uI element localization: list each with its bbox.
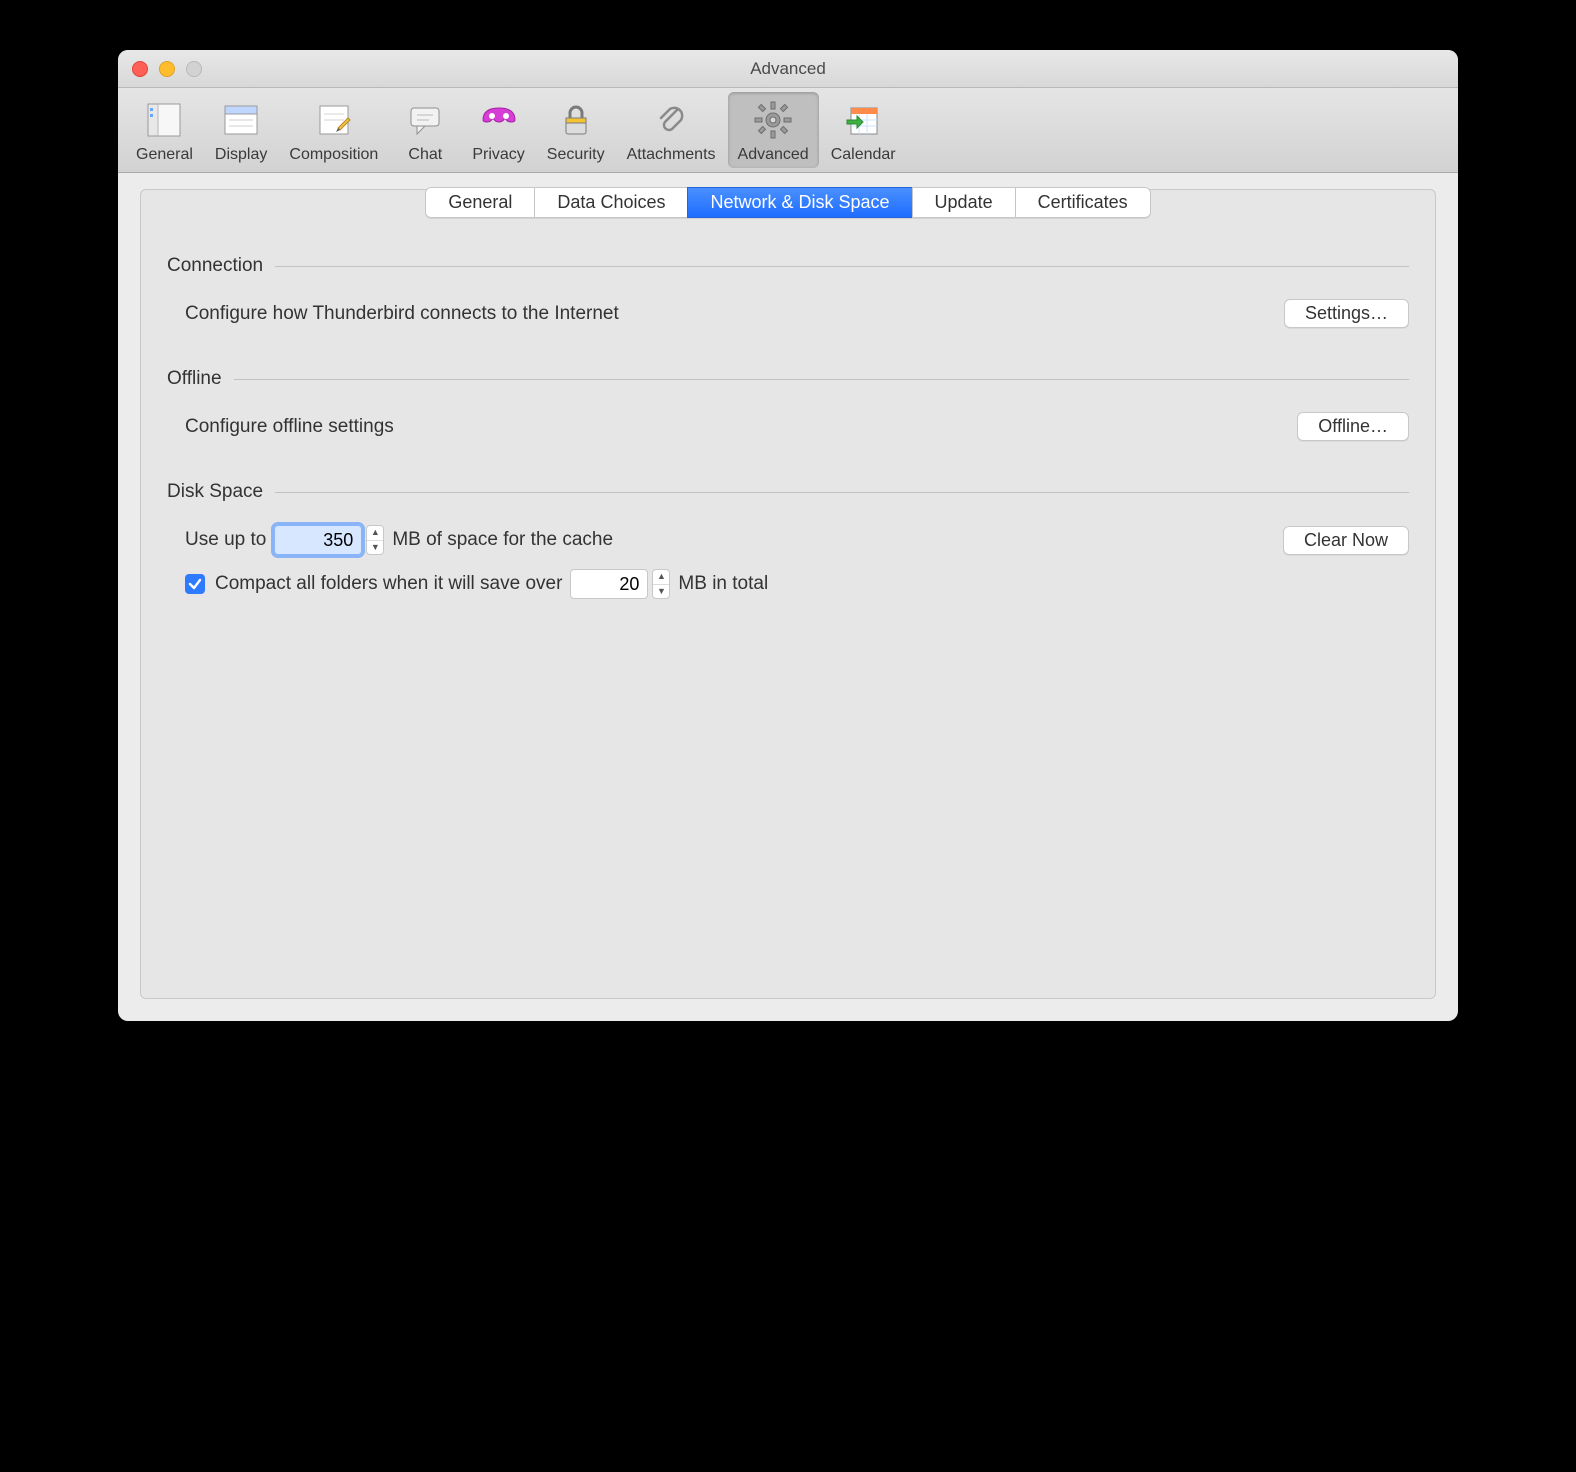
- toolbar-chat[interactable]: Chat: [390, 92, 460, 168]
- divider: [275, 492, 1409, 493]
- toolbar-label: Chat: [408, 146, 442, 164]
- security-icon: [554, 98, 598, 142]
- section-title: Offline: [167, 368, 234, 390]
- compact-suffix-label: MB in total: [678, 573, 768, 595]
- compact-threshold-stepper[interactable]: ▲ ▼: [652, 569, 670, 599]
- cache-size-stepper[interactable]: ▲ ▼: [366, 525, 384, 555]
- divider: [234, 379, 1409, 380]
- toolbar-general[interactable]: General: [126, 92, 203, 168]
- toolbar-advanced[interactable]: Advanced: [728, 92, 819, 168]
- stepper-down-icon[interactable]: ▼: [367, 541, 383, 555]
- toolbar-label: Security: [547, 146, 605, 164]
- preferences-window: Advanced General: [118, 50, 1458, 1021]
- section-title: Disk Space: [167, 481, 275, 503]
- connection-settings-button[interactable]: Settings…: [1284, 299, 1409, 328]
- advanced-icon: [751, 98, 795, 142]
- stepper-down-icon[interactable]: ▼: [653, 585, 669, 599]
- cache-suffix-label: MB of space for the cache: [392, 529, 613, 551]
- sub-tabs: General Data Choices Network & Disk Spac…: [167, 187, 1409, 218]
- composition-icon: [312, 98, 356, 142]
- tab-data-choices[interactable]: Data Choices: [534, 187, 687, 218]
- cache-prefix-label: Use up to: [185, 529, 266, 551]
- section-offline: Offline Configure offline settings Offli…: [167, 368, 1409, 441]
- attachments-icon: [649, 98, 693, 142]
- tab-update[interactable]: Update: [912, 187, 1015, 218]
- toolbar-label: General: [136, 146, 193, 164]
- preferences-toolbar: General Display: [118, 88, 1458, 173]
- sub-tab-group: General Data Choices Network & Disk Spac…: [425, 187, 1150, 218]
- section-heading: Disk Space: [167, 481, 1409, 503]
- toolbar-composition[interactable]: Composition: [279, 92, 388, 168]
- titlebar: Advanced: [118, 50, 1458, 88]
- toolbar-label: Attachments: [627, 146, 716, 164]
- divider: [275, 266, 1409, 267]
- window-title: Advanced: [118, 59, 1458, 79]
- section-connection: Connection Configure how Thunderbird con…: [167, 255, 1409, 328]
- toolbar-label: Composition: [289, 146, 378, 164]
- offline-desc: Configure offline settings: [185, 416, 394, 438]
- settings-pane: General Data Choices Network & Disk Spac…: [140, 189, 1436, 999]
- clear-cache-button[interactable]: Clear Now: [1283, 526, 1409, 555]
- tab-general[interactable]: General: [425, 187, 534, 218]
- tab-network-disk-space[interactable]: Network & Disk Space: [687, 187, 911, 218]
- cache-size-input[interactable]: [274, 525, 362, 555]
- toolbar-security[interactable]: Security: [537, 92, 615, 168]
- toolbar-label: Calendar: [831, 146, 896, 164]
- display-icon: [219, 98, 263, 142]
- tab-certificates[interactable]: Certificates: [1015, 187, 1151, 218]
- toolbar-calendar[interactable]: Calendar: [821, 92, 906, 168]
- toolbar-label: Privacy: [472, 146, 524, 164]
- check-icon: [188, 577, 202, 591]
- content-area: General Data Choices Network & Disk Spac…: [118, 173, 1458, 1021]
- section-title: Connection: [167, 255, 275, 277]
- toolbar-privacy[interactable]: Privacy: [462, 92, 534, 168]
- compact-threshold-input[interactable]: [570, 569, 648, 599]
- offline-settings-button[interactable]: Offline…: [1297, 412, 1409, 441]
- connection-desc: Configure how Thunderbird connects to th…: [185, 303, 619, 325]
- toolbar-label: Display: [215, 146, 267, 164]
- section-heading: Offline: [167, 368, 1409, 390]
- compact-checkbox[interactable]: [185, 574, 205, 594]
- section-heading: Connection: [167, 255, 1409, 277]
- section-disk-space: Disk Space Use up to ▲ ▼ MB of space for…: [167, 481, 1409, 599]
- general-icon: [142, 98, 186, 142]
- toolbar-attachments[interactable]: Attachments: [617, 92, 726, 168]
- compact-label: Compact all folders when it will save ov…: [215, 573, 562, 595]
- stepper-up-icon[interactable]: ▲: [367, 526, 383, 541]
- calendar-icon: [841, 98, 885, 142]
- toolbar-label: Advanced: [738, 146, 809, 164]
- stepper-up-icon[interactable]: ▲: [653, 570, 669, 585]
- toolbar-display[interactable]: Display: [205, 92, 277, 168]
- chat-icon: [403, 98, 447, 142]
- privacy-icon: [477, 98, 521, 142]
